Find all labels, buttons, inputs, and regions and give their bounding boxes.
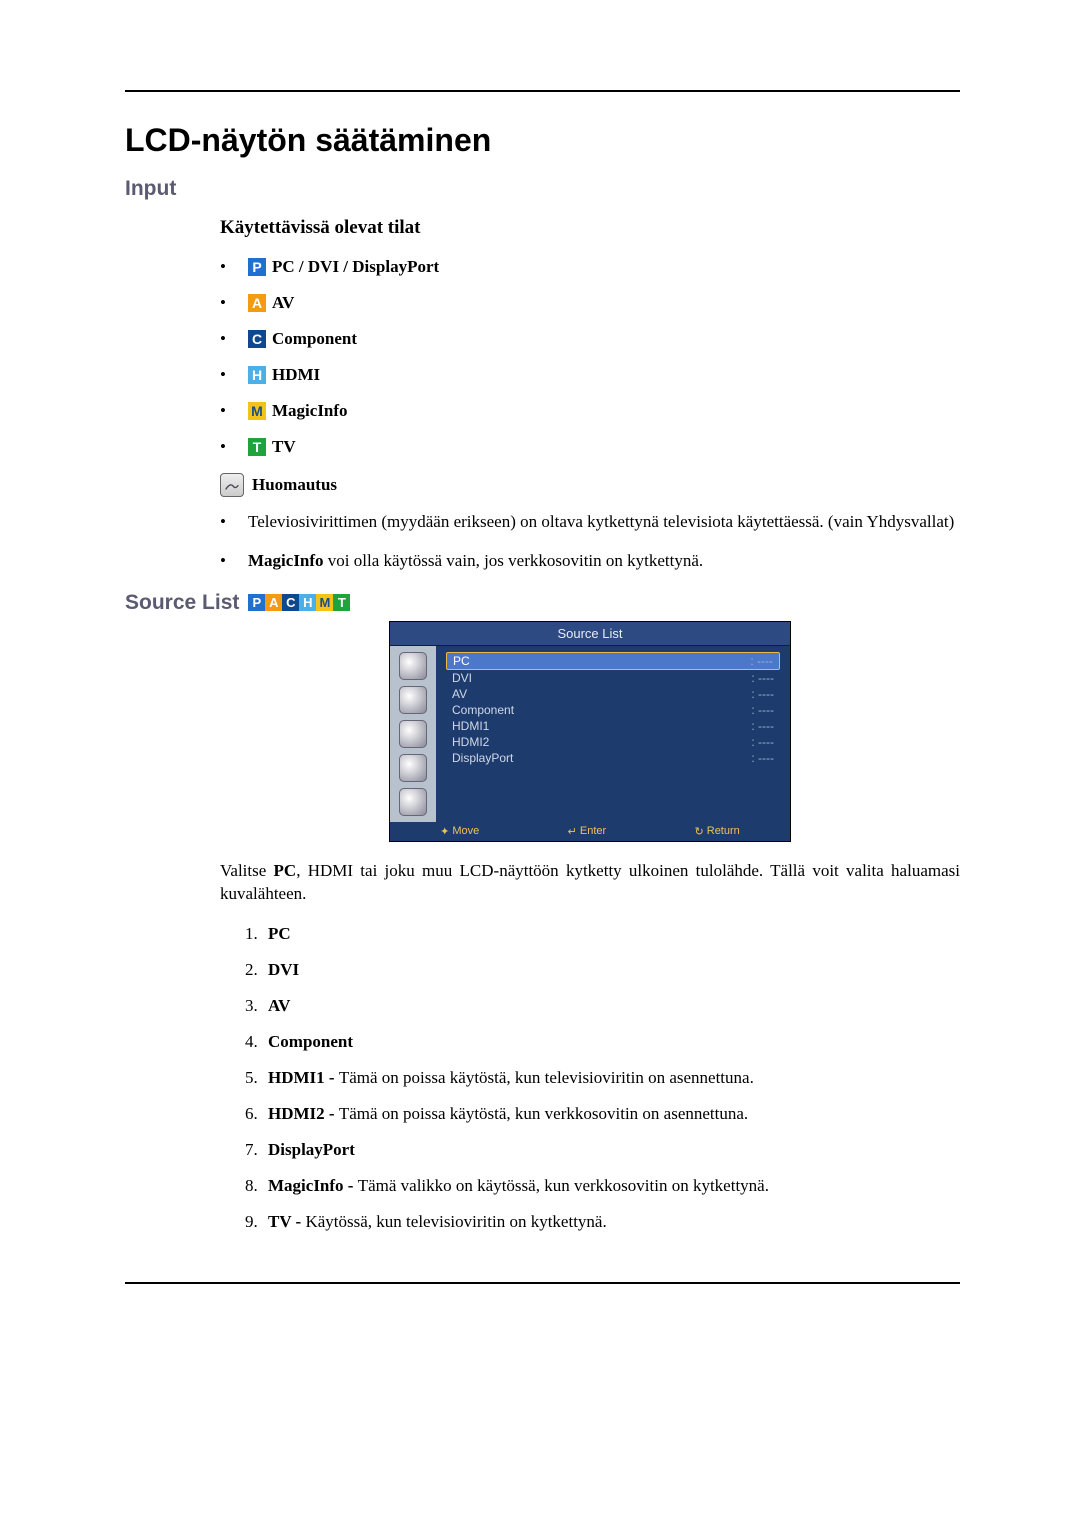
source-intro: Valitse PC, HDMI tai joku muu LCD-näyttö… <box>220 860 960 906</box>
mode-label: HDMI <box>272 365 320 385</box>
source-icon: T <box>333 594 350 611</box>
osd-row-label: PC <box>453 654 470 668</box>
bottom-rule <box>125 1282 960 1284</box>
source-icon-strip: PACHMT <box>248 594 350 611</box>
note-label: Huomautus <box>252 475 337 495</box>
source-list-item: TV - Käytössä, kun televisioviritin on k… <box>262 1212 960 1232</box>
source-list-item: DVI <box>262 960 960 980</box>
mode-icon: H <box>248 366 266 384</box>
mode-item: •MMagicInfo <box>220 401 960 421</box>
note-item: •Televiosivirittimen (myydään erikseen) … <box>220 511 960 534</box>
source-icon: M <box>316 594 333 611</box>
osd-row-value: : ---- <box>751 671 774 685</box>
osd-footer: ✦ Move ↵ Enter ↻ Return <box>390 822 790 841</box>
mode-label: AV <box>272 293 294 313</box>
osd-move: ✦ Move <box>440 825 479 838</box>
osd-side-icon <box>399 754 427 782</box>
osd-row-label: HDMI1 <box>452 719 489 733</box>
source-list-item: HDMI1 - Tämä on poissa käytöstä, kun tel… <box>262 1068 960 1088</box>
osd-side-icon <box>399 788 427 816</box>
mode-label: Component <box>272 329 357 349</box>
osd-row: DisplayPort : ---- <box>446 750 780 766</box>
mode-label: PC / DVI / DisplayPort <box>272 257 439 277</box>
source-items-list: PC DVI AV Component HDMI1 - Tämä on poissa k… <box>220 924 960 1232</box>
osd-row-value: : ---- <box>751 735 774 749</box>
source-list-item: HDMI2 - Tämä on poissa käytöstä, kun ver… <box>262 1104 960 1124</box>
mode-icon: M <box>248 402 266 420</box>
mode-item: •PPC / DVI / DisplayPort <box>220 257 960 277</box>
source-list-item: DisplayPort <box>262 1140 960 1160</box>
osd-row: DVI : ---- <box>446 670 780 686</box>
note-header: Huomautus <box>220 473 960 497</box>
osd-row-value: : ---- <box>751 687 774 701</box>
osd-row-label: HDMI2 <box>452 735 489 749</box>
mode-list: •PPC / DVI / DisplayPort•AAV•CComponent•… <box>220 257 960 457</box>
modes-heading: Käytettävissä olevat tilat <box>220 217 960 239</box>
mode-icon: C <box>248 330 266 348</box>
mode-icon: T <box>248 438 266 456</box>
osd-row: HDMI1 : ---- <box>446 718 780 734</box>
osd-row-value: : ---- <box>751 719 774 733</box>
osd-row: AV : ---- <box>446 686 780 702</box>
osd-row-label: DisplayPort <box>452 751 513 765</box>
input-heading: Input <box>125 177 960 201</box>
source-list-item: AV <box>262 996 960 1016</box>
source-list-heading: Source List <box>125 591 239 615</box>
source-icon: C <box>282 594 299 611</box>
osd-row-label: AV <box>452 687 467 701</box>
osd-screenshot: Source List PC: ----DVI: ----AV: ----Com… <box>389 621 791 842</box>
mode-item: •HHDMI <box>220 365 960 385</box>
source-icon: H <box>299 594 316 611</box>
source-list-item: MagicInfo - Tämä valikko on käytössä, ku… <box>262 1176 960 1196</box>
mode-item: •TTV <box>220 437 960 457</box>
osd-enter: ↵ Enter <box>568 825 607 838</box>
source-icon: A <box>265 594 282 611</box>
osd-row-value: : ---- <box>751 751 774 765</box>
osd-side-icon <box>399 720 427 748</box>
source-icon: P <box>248 594 265 611</box>
osd-row-label: Component <box>452 703 514 717</box>
mode-label: MagicInfo <box>272 401 348 421</box>
osd-side-icon <box>399 652 427 680</box>
osd-row-value: : ---- <box>750 654 773 668</box>
source-list-item: Component <box>262 1032 960 1052</box>
source-list-item: PC <box>262 924 960 944</box>
osd-side-icon <box>399 686 427 714</box>
mode-label: TV <box>272 437 296 457</box>
note-list: •Televiosivirittimen (myydään erikseen) … <box>220 511 960 573</box>
osd-title: Source List <box>390 622 790 646</box>
osd-row: HDMI2 : ---- <box>446 734 780 750</box>
osd-row: Component : ---- <box>446 702 780 718</box>
osd-return: ↻ Return <box>695 825 740 838</box>
mode-icon: A <box>248 294 266 312</box>
note-icon <box>220 473 244 497</box>
page-title: LCD-näytön säätäminen <box>125 122 960 159</box>
osd-main: PC : ---- DVI : ---- AV : ---- Component : ----… <box>436 646 790 822</box>
osd-row-value: : ---- <box>751 703 774 717</box>
mode-item: •AAV <box>220 293 960 313</box>
note-item: •MagicInfo voi olla käytössä vain, jos v… <box>220 550 960 573</box>
osd-sidebar <box>390 646 436 822</box>
mode-item: •CComponent <box>220 329 960 349</box>
top-rule <box>125 90 960 92</box>
mode-icon: P <box>248 258 266 276</box>
osd-row-label: DVI <box>452 671 472 685</box>
osd-row: PC : ---- <box>446 652 780 670</box>
